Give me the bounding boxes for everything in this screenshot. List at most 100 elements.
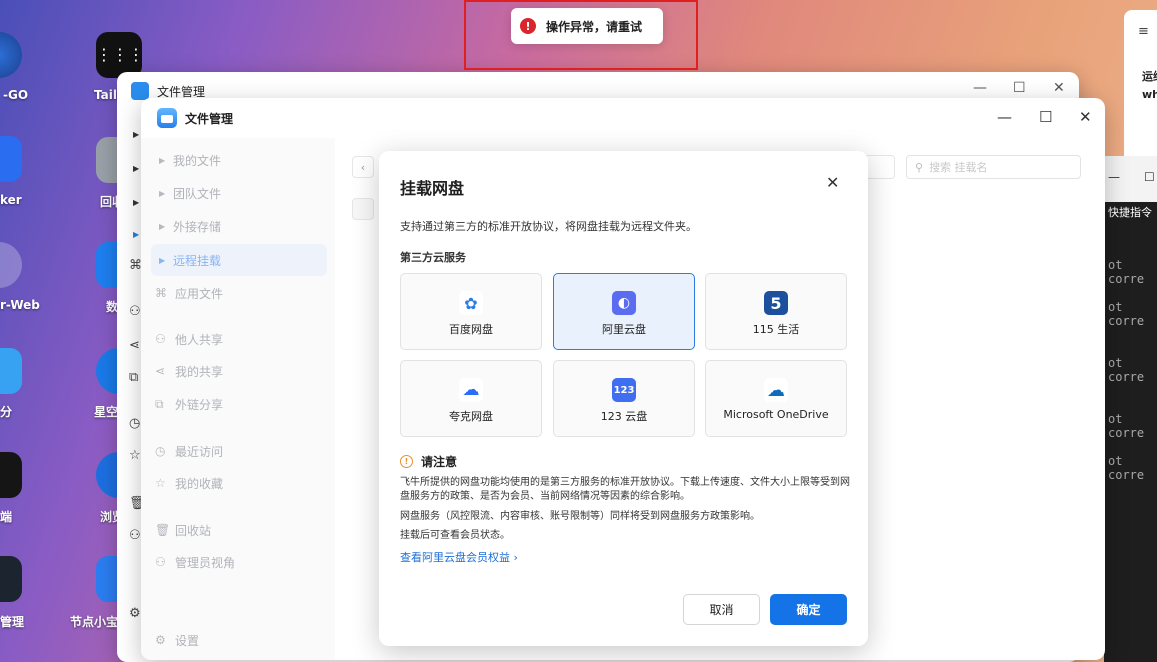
- close-icon[interactable]: ✕: [1079, 108, 1092, 126]
- service-label: 115 生活: [752, 323, 800, 336]
- chevron-right-icon[interactable]: ▶: [133, 130, 139, 139]
- gear-icon: ⚙: [155, 633, 166, 647]
- chevron-right-icon: ▶: [159, 255, 166, 265]
- sidebar-item-admin-view[interactable]: ⚇ 管理员视角: [151, 546, 327, 578]
- aliyun-drive-icon: ◐: [612, 291, 636, 315]
- terminal-line: ot corre: [1108, 258, 1145, 286]
- mount-netdisk-dialog: 挂载网盘 ✕ 支持通过第三方的标准开放协议，将网盘挂载为远程文件夹。 第三方云服…: [379, 151, 868, 646]
- file-manager-icon: [131, 82, 149, 100]
- chevron-right-icon: ▶: [159, 188, 166, 198]
- close-icon[interactable]: ✕: [1053, 80, 1065, 96]
- minimize-icon[interactable]: —: [973, 80, 987, 96]
- info-icon: !: [400, 455, 413, 468]
- desktop-icon-3[interactable]: [0, 242, 22, 288]
- chevron-right-icon[interactable]: ▶: [133, 198, 139, 207]
- window-title: 文件管理: [185, 112, 234, 126]
- service-card-onedrive[interactable]: ☁ Microsoft OneDrive: [705, 360, 847, 437]
- service-card-123[interactable]: 123 123 云盘: [553, 360, 695, 437]
- desktop-label: 分: [0, 405, 13, 419]
- search-input[interactable]: ⚲ 搜索 挂载名: [906, 155, 1081, 179]
- sidebar-item-label: 外链分享: [175, 397, 224, 412]
- quick-command-tab[interactable]: 快捷指令: [1108, 204, 1152, 220]
- sidebar-item-label: 我的共享: [175, 364, 224, 379]
- dialog-description: 支持通过第三方的标准开放协议，将网盘挂载为远程文件夹。: [400, 220, 697, 233]
- back-button[interactable]: ‹: [352, 156, 374, 178]
- share-icon: ⋖: [129, 338, 140, 353]
- sidebar-item-app-files[interactable]: ⌘ 应用文件: [151, 277, 327, 309]
- maximize-icon[interactable]: ☐: [1039, 108, 1052, 126]
- desktop-label: -GO: [3, 88, 29, 102]
- view-membership-link[interactable]: 查看阿里云盘会员权益 ›: [400, 549, 518, 565]
- minimize-icon[interactable]: —: [1108, 170, 1120, 184]
- sidebar-item-label: 我的收藏: [175, 476, 224, 491]
- cancel-button[interactable]: 取消: [683, 594, 760, 625]
- sidebar-item-remote-mount[interactable]: ▶ 远程挂载: [151, 244, 327, 276]
- section-title: 第三方云服务: [400, 251, 466, 264]
- service-card-115[interactable]: 5 115 生活: [705, 273, 847, 350]
- sidebar-item-label: 管理员视角: [175, 555, 236, 570]
- clock-icon: ◷: [155, 444, 166, 458]
- terminal-line: ot corre: [1108, 300, 1145, 328]
- service-label: 百度网盘: [449, 323, 493, 336]
- file-manager-icon: [157, 108, 177, 128]
- external-link-icon: ⧉: [155, 396, 164, 411]
- sidebar-item-settings[interactable]: ⚙ 设置: [151, 624, 327, 656]
- minimize-icon[interactable]: —: [997, 108, 1012, 126]
- admin-icon: ⚇: [129, 528, 141, 543]
- desktop-label: ker: [0, 193, 22, 207]
- service-card-quark[interactable]: ☁ 夸克网盘: [400, 360, 542, 437]
- service-card-baidu[interactable]: ✿ 百度网盘: [400, 273, 542, 350]
- service-label: 夸克网盘: [449, 410, 493, 423]
- terminal-line: ot corre: [1108, 356, 1145, 384]
- desktop-icon-6[interactable]: [0, 556, 22, 602]
- confirm-button[interactable]: 确定: [770, 594, 847, 625]
- close-icon[interactable]: ✕: [826, 173, 839, 192]
- sidebar-item-label: 我的文件: [173, 153, 222, 168]
- sidebar-item-my-files[interactable]: ▶ 我的文件: [151, 144, 327, 176]
- search-icon: ⚲: [915, 160, 924, 174]
- sidebar-item-recycle-bin[interactable]: 🗑 回收站: [151, 514, 327, 546]
- maximize-icon[interactable]: ☐: [1144, 170, 1155, 184]
- sidebar-item-team-files[interactable]: ▶ 团队文件: [151, 177, 327, 209]
- chevron-left-icon: ‹: [360, 160, 366, 174]
- menu-icon[interactable]: ≡: [1138, 24, 1149, 39]
- sidebar-item-label: 回收站: [175, 523, 212, 538]
- sidebar-item-link-shares[interactable]: ⧉ 外链分享: [151, 388, 327, 420]
- service-card-aliyun[interactable]: ◐ 阿里云盘: [553, 273, 695, 350]
- desktop-label: r-Web: [0, 298, 40, 312]
- sidebar: ▶ 我的文件 ▶ 团队文件 ▶ 外接存储 ▶ 远程挂载 ⌘ 应用文件 ⚇ 他人共…: [141, 138, 335, 660]
- baidu-netdisk-icon: ✿: [459, 291, 483, 315]
- sidebar-item-label: 远程挂载: [173, 253, 222, 268]
- desktop-label: 星空: [94, 405, 119, 419]
- new-folder-button[interactable]: [352, 198, 374, 220]
- desktop-icon-5[interactable]: [0, 452, 22, 498]
- notice-title: 请注意: [421, 455, 458, 469]
- desktop-icon-1[interactable]: [0, 32, 22, 78]
- error-toast: ! 操作异常，请重试: [511, 8, 663, 44]
- sidebar-item-shared-with-me[interactable]: ⚇ 他人共享: [151, 323, 327, 355]
- service-label: 123 云盘: [600, 410, 648, 423]
- quark-drive-icon: ☁: [459, 378, 483, 402]
- desktop-icon-2[interactable]: [0, 136, 22, 182]
- sidebar-item-label: 最近访问: [175, 444, 224, 459]
- chevron-right-icon[interactable]: ▶: [133, 164, 139, 173]
- sidebar-item-favorites[interactable]: ☆ 我的收藏: [151, 467, 327, 499]
- sidebar-item-my-shares[interactable]: ⋖ 我的共享: [151, 355, 327, 387]
- side-panel: ≡ 运维 wh: [1124, 10, 1157, 170]
- maximize-icon[interactable]: ☐: [1013, 80, 1026, 96]
- sidebar-item-external-storage[interactable]: ▶ 外接存储: [151, 210, 327, 242]
- sidebar-item-label: 他人共享: [175, 332, 224, 347]
- terminal-line: ot corre: [1108, 412, 1145, 440]
- service-label: 阿里云盘: [602, 323, 646, 336]
- gear-icon: ⚙: [129, 606, 141, 621]
- chevron-right-icon: ▶: [159, 221, 166, 231]
- chevron-right-icon[interactable]: ▶: [133, 230, 139, 239]
- sidebar-item-label: 应用文件: [175, 286, 224, 301]
- users-icon: ⚇: [155, 332, 166, 346]
- notice-text: 挂载后可查看会员状态。: [400, 530, 510, 541]
- sidebar-item-recent[interactable]: ◷ 最近访问: [151, 435, 327, 467]
- notice-text: 网盘服务（风控限流、内容审核、账号限制等）同样将受到网盘服务方政策影响。: [400, 511, 760, 522]
- desktop-icon-4[interactable]: [0, 348, 22, 394]
- sidebar-item-label: 团队文件: [173, 186, 222, 201]
- terminal-window: — ☐ 快捷指令 ot corre ot corre ot corre ot c…: [1104, 156, 1157, 662]
